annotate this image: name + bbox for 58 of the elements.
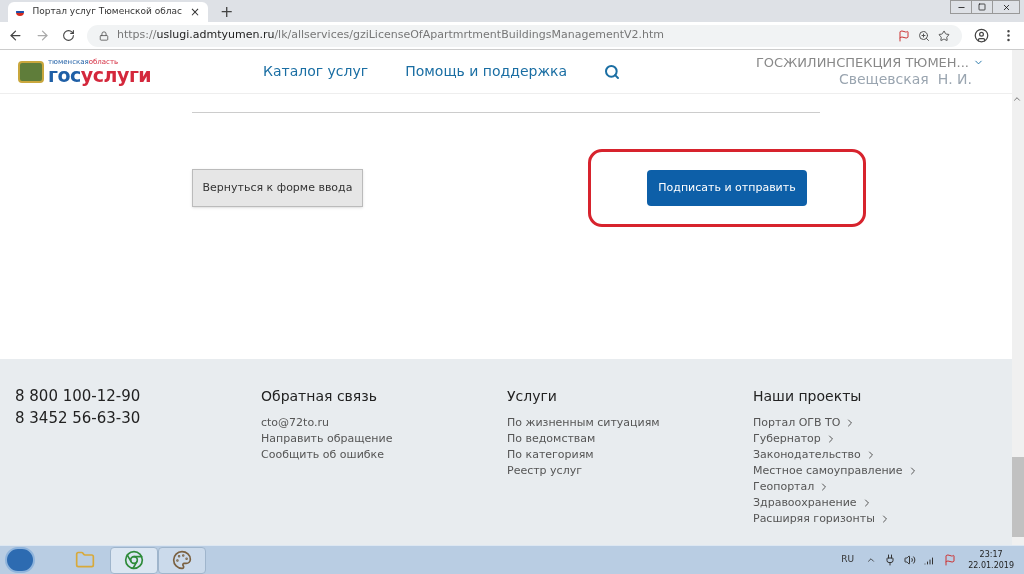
- zoom-icon[interactable]: [918, 29, 930, 42]
- footer-link[interactable]: Губернатор: [753, 431, 999, 447]
- volume-icon[interactable]: [904, 554, 917, 566]
- clock[interactable]: 23:17 22.01.2019: [968, 549, 1014, 571]
- footer-link[interactable]: Направить обращение: [261, 431, 507, 447]
- scroll-up-icon[interactable]: [1012, 94, 1022, 104]
- close-button[interactable]: [992, 0, 1020, 14]
- maximize-icon: [978, 3, 986, 11]
- minimize-button[interactable]: [950, 0, 972, 14]
- palette-icon: [172, 550, 192, 570]
- tray-expand-icon[interactable]: [866, 555, 877, 565]
- footer-heading: Наши проекты: [753, 387, 863, 406]
- footer-heading: Обратная связь: [261, 387, 378, 406]
- forward-icon[interactable]: [35, 28, 50, 43]
- back-to-form-button[interactable]: Вернуться к форме ввода: [192, 169, 363, 207]
- bookmark-star-icon[interactable]: [938, 29, 950, 42]
- footer-heading: Услуги: [507, 387, 558, 406]
- footer-link[interactable]: Геопортал: [753, 479, 999, 495]
- russia-flag-icon: [16, 8, 25, 16]
- language-indicator[interactable]: RU: [841, 553, 855, 567]
- tab-title: Портал услуг Тюменской облас: [32, 5, 182, 19]
- nav-link[interactable]: Каталог услуг: [263, 61, 369, 82]
- profile-icon[interactable]: [974, 28, 989, 43]
- footer-link[interactable]: Здравоохранение: [753, 495, 999, 511]
- maximize-button[interactable]: [972, 0, 992, 14]
- tab-close-button[interactable]: ×: [189, 3, 200, 21]
- folder-icon: [75, 550, 95, 570]
- sign-and-send-button[interactable]: Подписать и отправить: [647, 170, 807, 206]
- taskbar-browser-button[interactable]: [110, 546, 158, 574]
- nav-link[interactable]: Помощь и поддержка: [405, 61, 568, 82]
- close-icon: [1001, 2, 1011, 12]
- url-text: https://uslugi.admtyumen.ru/lk/allservices/gziLicenseOfApartmrtmentBuildingsManagementV2.htm: [117, 27, 664, 44]
- footer-link[interactable]: Законодательство: [753, 447, 999, 463]
- footer-link[interactable]: По ведомствам: [507, 431, 753, 447]
- organization-name[interactable]: ГОСЖИЛИНСПЕКЦИЯ ТЮМЕН...: [755, 54, 969, 71]
- new-tab-button[interactable]: +: [220, 4, 234, 20]
- footer-link[interactable]: Местное самоуправление: [753, 463, 999, 479]
- power-icon[interactable]: [884, 554, 897, 566]
- footer-link[interactable]: Сообщить об ошибке: [261, 447, 507, 463]
- phone-number: 8 3452 56-63-30: [15, 408, 142, 429]
- footer-link[interactable]: По категориям: [507, 447, 753, 463]
- footer-link[interactable]: Расширяя горизонты: [753, 511, 999, 527]
- footer-link[interactable]: Реестр услуг: [507, 463, 753, 479]
- scrollbar-thumb[interactable]: [1012, 457, 1024, 537]
- address-field[interactable]: https://uslugi.admtyumen.ru/lk/allservices/gziLicenseOfApartmrtmentBuildingsManagementV2.htm: [87, 24, 962, 47]
- browser-tab[interactable]: Портал услуг Тюменской облас ×: [8, 2, 208, 22]
- user-name: Свещевская Н. И.: [838, 70, 972, 89]
- search-icon[interactable]: [604, 63, 621, 80]
- phone-number: 8 800 100-12-90: [15, 386, 142, 407]
- start-button[interactable]: [5, 547, 35, 573]
- back-icon[interactable]: [8, 28, 23, 43]
- lock-icon: [99, 30, 109, 41]
- reload-icon[interactable]: [62, 29, 75, 42]
- taskbar-paint-button[interactable]: [158, 546, 206, 574]
- footer-link[interactable]: По жизненным ситуациям: [507, 415, 753, 431]
- footer-link[interactable]: cto@72to.ru: [261, 415, 507, 431]
- browser-icon: [124, 550, 144, 570]
- footer-link[interactable]: Портал ОГВ ТО: [753, 415, 999, 431]
